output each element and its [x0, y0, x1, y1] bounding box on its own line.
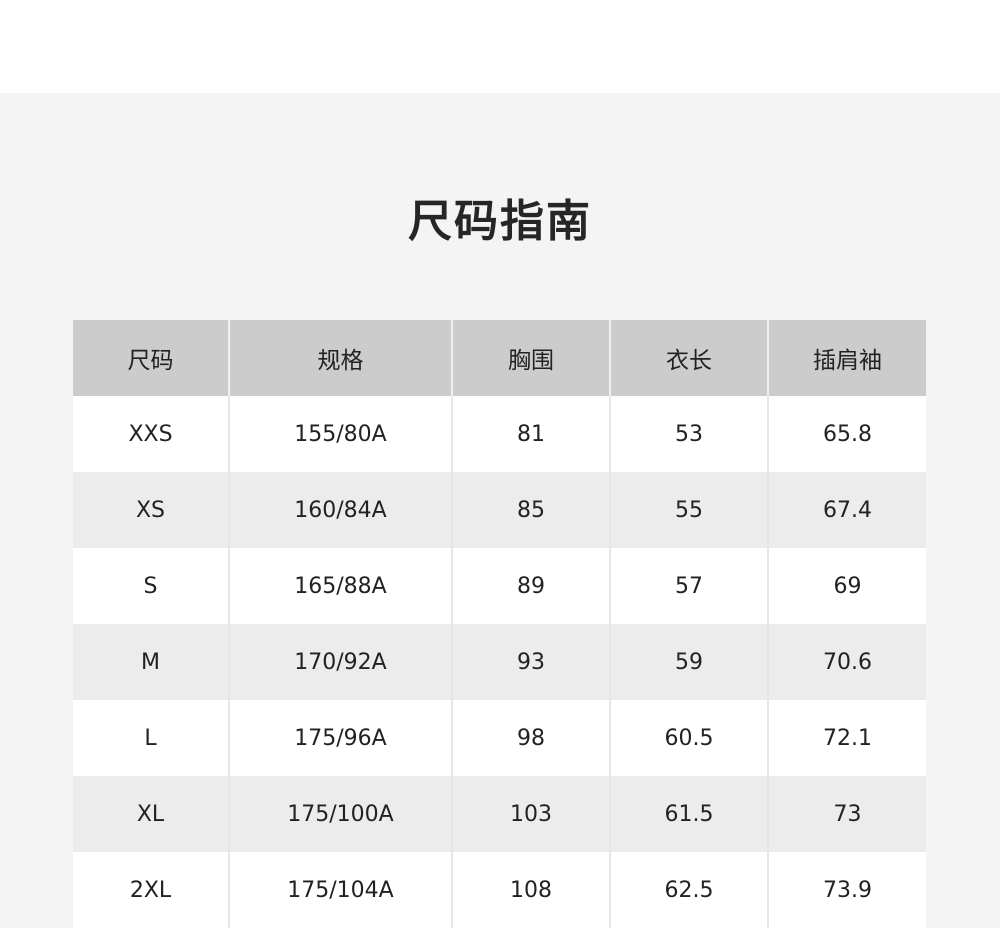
- table-row: M 170/92A 93 59 70.6: [73, 624, 926, 700]
- header-length: 衣长: [610, 320, 769, 396]
- cell-sleeve: 73.9: [823, 877, 872, 903]
- table-row: 2XL 175/104A 108 62.5 73.9: [73, 852, 926, 928]
- cell-sleeve: 70.6: [823, 649, 872, 675]
- table-row: XS 160/84A 85 55 67.4: [73, 472, 926, 548]
- cell-size: L: [73, 700, 230, 776]
- cell-size: XL: [73, 776, 230, 852]
- cell-length: 60.5: [610, 700, 769, 776]
- cell-chest: 103: [452, 776, 611, 852]
- cell-length: 61.5: [610, 776, 769, 852]
- table-body: XXS 155/80A 81 53 65.8 XS 160/84A 85 55 …: [73, 396, 926, 928]
- cell-sleeve: 65.8: [823, 421, 872, 447]
- cell-sleeve: 69: [833, 573, 862, 599]
- table-row: XL 175/100A 103 61.5 73: [73, 776, 926, 852]
- cell-chest: 81: [452, 396, 611, 472]
- cell-spec: 165/88A: [229, 548, 453, 624]
- cell-length: 55: [610, 472, 769, 548]
- top-band: [0, 0, 1000, 93]
- cell-sleeve: 67.4: [823, 497, 872, 523]
- cell-size: M: [73, 624, 230, 700]
- cell-length: 57: [610, 548, 769, 624]
- page-title: 尺码指南: [408, 196, 592, 247]
- table-row: L 175/96A 98 60.5 72.1: [73, 700, 926, 776]
- cell-spec: 155/80A: [229, 396, 453, 472]
- table-row: XXS 155/80A 81 53 65.8: [73, 396, 926, 472]
- cell-spec: 175/96A: [229, 700, 453, 776]
- header-size: 尺码: [73, 320, 230, 396]
- cell-size: XXS: [73, 396, 230, 472]
- cell-sleeve: 72.1: [823, 725, 872, 751]
- table-row: S 165/88A 89 57 69: [73, 548, 926, 624]
- cell-length: 53: [610, 396, 769, 472]
- cell-chest: 89: [452, 548, 611, 624]
- cell-size: 2XL: [73, 852, 230, 928]
- cell-spec: 175/104A: [229, 852, 453, 928]
- cell-spec: 160/84A: [229, 472, 453, 548]
- cell-chest: 98: [452, 700, 611, 776]
- cell-spec: 170/92A: [229, 624, 453, 700]
- size-chart-table: 尺码 规格 胸围 衣长 插肩袖 XXS 155/80A 81 53 65.8 X…: [73, 320, 926, 928]
- table-header: 尺码 规格 胸围 衣长 插肩袖: [73, 320, 926, 396]
- cell-length: 62.5: [610, 852, 769, 928]
- header-row: 尺码 规格 胸围 衣长 插肩袖: [73, 320, 926, 396]
- cell-sleeve: 73: [833, 801, 862, 827]
- header-chest: 胸围: [452, 320, 611, 396]
- header-spec: 规格: [229, 320, 453, 396]
- cell-length: 59: [610, 624, 769, 700]
- cell-size: S: [73, 548, 230, 624]
- cell-chest: 85: [452, 472, 611, 548]
- cell-size: XS: [73, 472, 230, 548]
- cell-chest: 93: [452, 624, 611, 700]
- cell-chest: 108: [452, 852, 611, 928]
- header-raglan-sleeve: 插肩袖: [813, 348, 882, 374]
- cell-spec: 175/100A: [229, 776, 453, 852]
